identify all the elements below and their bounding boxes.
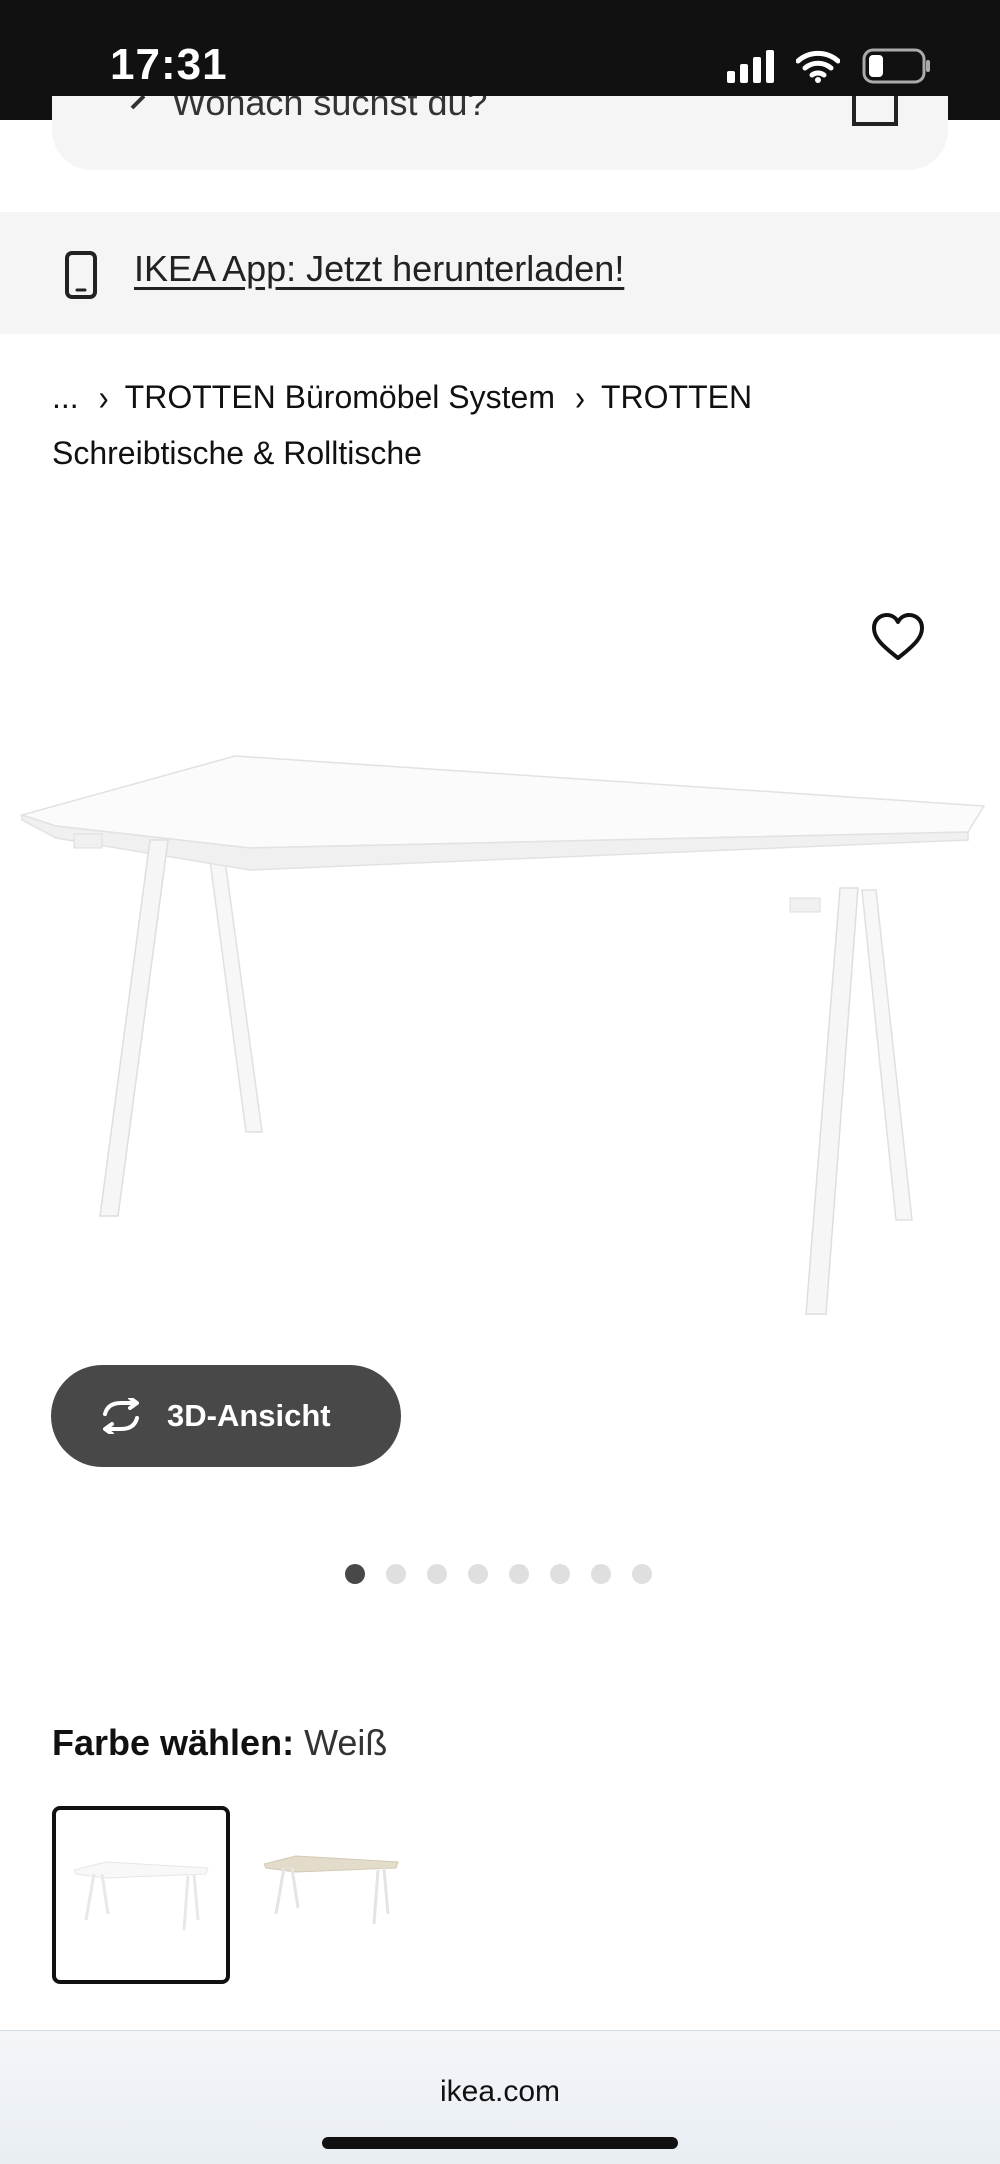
color-label-title: Farbe wählen:: [52, 1722, 295, 1763]
app-download-link[interactable]: IKEA App: Jetzt herunterladen!: [134, 248, 624, 290]
color-selected-value: Weiß: [304, 1722, 388, 1763]
pager-dot[interactable]: [509, 1564, 529, 1584]
product-image[interactable]: [0, 720, 1000, 1340]
beige-desk-swatch: [263, 1855, 399, 1925]
search-bar[interactable]: Wonach suchst du?: [52, 96, 948, 170]
white-desk-swatch: [73, 1861, 209, 1931]
pager-dot[interactable]: [386, 1564, 406, 1584]
view-3d-button[interactable]: 3D-Ansicht: [51, 1365, 401, 1467]
image-pager: [345, 1564, 652, 1584]
pager-dot[interactable]: [427, 1564, 447, 1584]
browser-bottom-bar: ikea.com: [0, 2030, 1000, 2164]
battery-icon: [862, 48, 930, 84]
breadcrumb: ... › TROTTEN Büromöbel System › TROTTEN Sch…: [52, 370, 952, 481]
pager-dot[interactable]: [550, 1564, 570, 1584]
color-selector-label: Farbe wählen: Weiß: [52, 1722, 387, 1764]
pager-dot[interactable]: [345, 1564, 365, 1584]
status-time: 17:31: [110, 40, 228, 89]
breadcrumb-item[interactable]: TROTTEN Büromöbel System: [125, 379, 555, 415]
phone-icon: [65, 251, 97, 299]
breadcrumb-ellipsis[interactable]: ...: [52, 379, 79, 415]
rotate-icon: [103, 1398, 139, 1434]
home-indicator[interactable]: [322, 2137, 678, 2149]
wifi-icon: [796, 50, 840, 83]
status-icons: [727, 48, 932, 84]
chevron-right-icon: ›: [574, 378, 585, 419]
camera-search-icon[interactable]: [852, 96, 898, 126]
pager-dot[interactable]: [468, 1564, 488, 1584]
heart-icon[interactable]: [870, 610, 926, 666]
search-input[interactable]: Wonach suchst du?: [172, 96, 488, 124]
pager-dot[interactable]: [591, 1564, 611, 1584]
view-3d-label: 3D-Ansicht: [167, 1398, 331, 1433]
pager-dot[interactable]: [632, 1564, 652, 1584]
chevron-right-icon: ›: [98, 378, 109, 419]
white-desk-image: [19, 755, 986, 1315]
back-arrow-icon[interactable]: [122, 96, 152, 116]
app-download-banner[interactable]: IKEA App: Jetzt herunterladen!: [0, 212, 1000, 334]
signal-icon: [727, 49, 774, 83]
browser-url[interactable]: ikea.com: [0, 2075, 1000, 2109]
color-option-white[interactable]: [52, 1806, 230, 1984]
color-option-beige[interactable]: [252, 1806, 430, 1984]
